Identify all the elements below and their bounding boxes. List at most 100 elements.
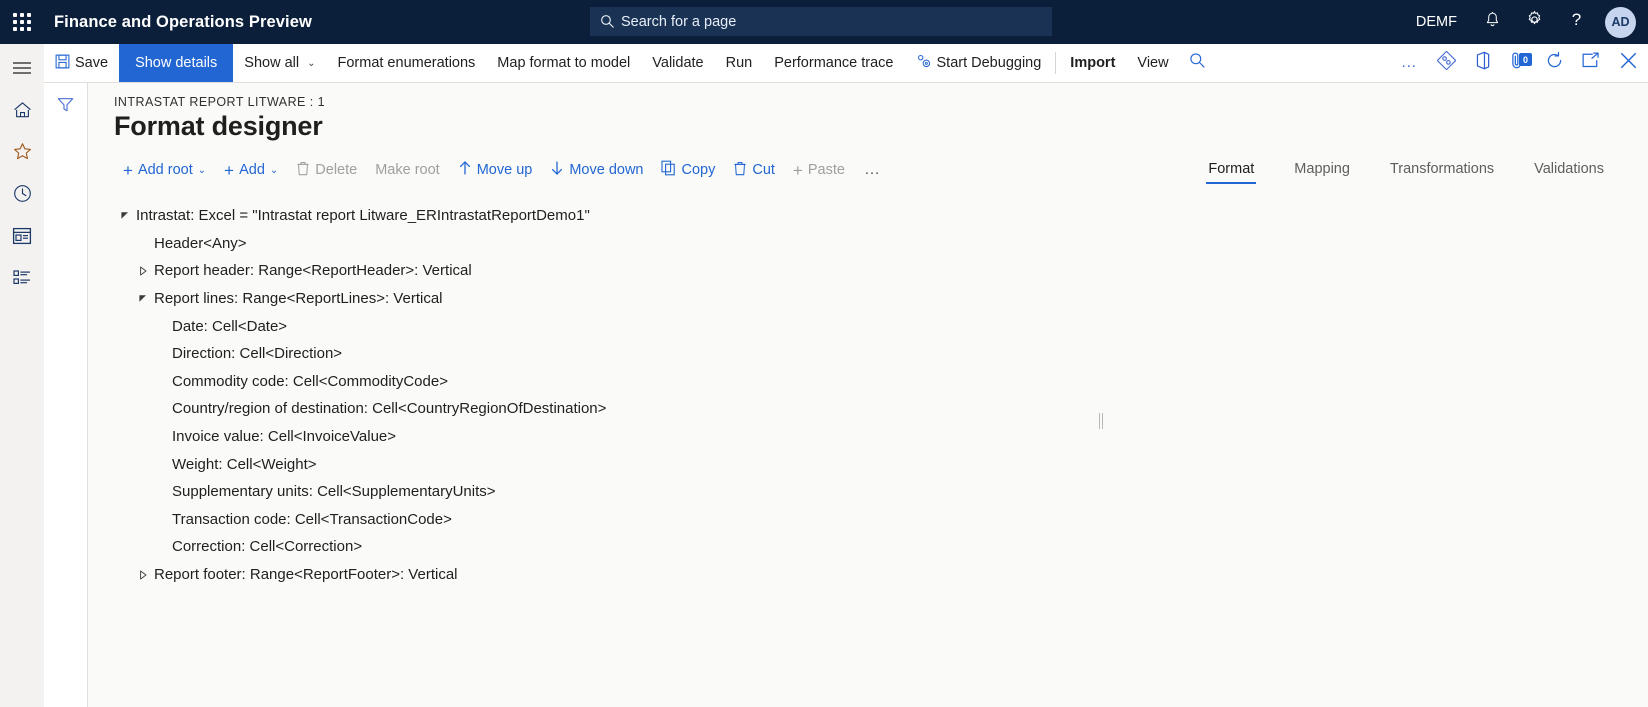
show-all-label: Show all xyxy=(244,55,300,71)
tree-node[interactable]: Header<Any> xyxy=(114,230,1648,258)
map-format-to-model-button[interactable]: Map format to model xyxy=(486,44,641,82)
command-bar-icons: … 0 xyxy=(1392,44,1648,82)
tree-node-label: Weight: Cell<Weight> xyxy=(172,455,317,473)
command-search-button[interactable] xyxy=(1180,44,1216,82)
move-down-label: Move down xyxy=(569,162,644,178)
tree-node[interactable]: Date: Cell<Date> xyxy=(114,312,1648,340)
tree-node-label: Invoice value: Cell<InvoiceValue> xyxy=(172,428,397,446)
tree-node-label: Report header: Range<ReportHeader>: Vert… xyxy=(154,262,472,280)
tree-node[interactable]: Report lines: Range<ReportLines>: Vertic… xyxy=(114,285,1648,313)
personalize-button[interactable] xyxy=(1428,44,1464,82)
move-up-button[interactable]: Move up xyxy=(449,156,542,184)
global-search-box[interactable]: Search for a page xyxy=(590,7,1052,36)
tree-node[interactable]: Supplementary units: Cell<SupplementaryU… xyxy=(114,478,1648,506)
settings-button[interactable] xyxy=(1513,0,1555,44)
company-selector[interactable]: DEMF xyxy=(1402,14,1471,30)
search-icon xyxy=(1189,52,1206,74)
sidebar-item-recent[interactable] xyxy=(0,176,44,216)
add-root-label: Add root xyxy=(137,162,193,178)
show-details-button[interactable]: Show details xyxy=(119,44,234,82)
avatar[interactable]: AD xyxy=(1605,6,1636,38)
move-down-button[interactable]: Move down xyxy=(541,156,652,184)
save-button[interactable]: Save xyxy=(44,44,119,82)
import-button[interactable]: Import xyxy=(1059,44,1126,82)
tree-node[interactable]: Transaction code: Cell<TransactionCode> xyxy=(114,506,1648,534)
make-root-button[interactable]: Make root xyxy=(366,158,448,182)
add-root-button[interactable]: + Add root ⌄ xyxy=(114,158,215,183)
filter-icon xyxy=(57,97,74,118)
cut-label: Cut xyxy=(752,162,775,178)
notifications-button[interactable] xyxy=(1471,0,1513,44)
arrow-up-icon xyxy=(458,160,472,180)
tab-transformations[interactable]: Transformations xyxy=(1370,157,1514,184)
tree-toolbar: + Add root ⌄ + Add ⌄ Delete Make root Mo… xyxy=(114,156,1648,184)
popout-button[interactable] xyxy=(1572,44,1608,82)
tree-node[interactable]: Report header: Range<ReportHeader>: Vert… xyxy=(114,257,1648,285)
tab-mapping[interactable]: Mapping xyxy=(1274,157,1370,184)
toolbar-overflow-button[interactable]: … xyxy=(854,157,893,183)
close-icon xyxy=(1619,51,1638,75)
show-all-menu[interactable]: Show all ⌄ xyxy=(233,44,326,82)
tree-node[interactable]: Direction: Cell<Direction> xyxy=(114,340,1648,368)
tree-collapsed-icon[interactable] xyxy=(132,570,154,580)
tab-format[interactable]: Format xyxy=(1188,157,1274,184)
tree-node[interactable]: Correction: Cell<Correction> xyxy=(114,533,1648,561)
validate-button[interactable]: Validate xyxy=(641,44,714,82)
app-launcher-icon xyxy=(13,13,31,31)
sidebar-item-modules[interactable] xyxy=(0,260,44,300)
run-button[interactable]: Run xyxy=(715,44,764,82)
trash-icon xyxy=(296,161,310,180)
refresh-button[interactable] xyxy=(1536,44,1572,82)
tree-node[interactable]: Weight: Cell<Weight> xyxy=(114,450,1648,478)
hamburger-icon xyxy=(12,61,32,80)
tab-validations[interactable]: Validations xyxy=(1514,157,1624,184)
trash-icon xyxy=(733,161,747,180)
save-icon xyxy=(55,54,70,73)
pane-splitter-handle[interactable] xyxy=(1097,413,1104,429)
top-navigation-bar: Finance and Operations Preview Search fo… xyxy=(0,0,1648,44)
tree-expanded-icon[interactable] xyxy=(114,211,136,221)
sidebar-item-workspaces[interactable] xyxy=(0,218,44,258)
sidebar-item-home[interactable] xyxy=(0,92,44,132)
chevron-down-icon: ⌄ xyxy=(197,164,207,176)
filter-button[interactable] xyxy=(51,94,81,120)
start-debugging-button[interactable]: Start Debugging xyxy=(905,44,1053,82)
paste-button[interactable]: + Paste xyxy=(784,158,854,183)
app-launcher-button[interactable] xyxy=(0,0,44,44)
tree-node-label: Correction: Cell<Correction> xyxy=(172,538,363,556)
sidebar-item-favorites[interactable] xyxy=(0,134,44,174)
view-menu[interactable]: View xyxy=(1126,44,1179,82)
command-bar: Save Show details Show all ⌄ Format enum… xyxy=(44,44,1648,83)
copy-icon xyxy=(661,160,676,180)
performance-trace-button[interactable]: Performance trace xyxy=(763,44,904,82)
tree-node[interactable]: Intrastat: Excel = "Intrastat report Lit… xyxy=(114,202,1648,230)
overflow-menu-button[interactable]: … xyxy=(1392,44,1428,82)
left-navigation-rail xyxy=(0,44,44,707)
attachments-count-badge: 0 xyxy=(1519,53,1532,66)
attachments-button[interactable]: 0 xyxy=(1500,44,1536,82)
tree-collapsed-icon[interactable] xyxy=(132,266,154,276)
format-enumerations-button[interactable]: Format enumerations xyxy=(326,44,486,82)
tree-node[interactable]: Invoice value: Cell<InvoiceValue> xyxy=(114,423,1648,451)
close-button[interactable] xyxy=(1608,44,1648,82)
copy-button[interactable]: Copy xyxy=(652,156,724,184)
navigation-menu-button[interactable] xyxy=(0,50,44,90)
cut-button[interactable]: Cut xyxy=(724,157,784,184)
tree-node[interactable]: Commodity code: Cell<CommodityCode> xyxy=(114,368,1648,396)
tree-node[interactable]: Report footer: Range<ReportFooter>: Vert… xyxy=(114,561,1648,589)
command-separator xyxy=(1055,52,1057,74)
gear-icon xyxy=(1525,10,1544,34)
chevron-down-icon: ⌄ xyxy=(307,57,316,69)
tree-expanded-icon[interactable] xyxy=(132,294,154,304)
office-apps-button[interactable] xyxy=(1464,44,1500,82)
search-icon xyxy=(600,14,615,29)
delete-button[interactable]: Delete xyxy=(287,157,366,184)
tree-node[interactable]: Country/region of destination: Cell<Coun… xyxy=(114,395,1648,423)
add-button[interactable]: + Add ⌄ xyxy=(215,158,287,183)
add-label: Add xyxy=(239,162,265,178)
tree-node-label: Intrastat: Excel = "Intrastat report Lit… xyxy=(136,207,590,225)
help-button[interactable]: ? xyxy=(1555,0,1597,44)
svg-text:?: ? xyxy=(1571,10,1580,29)
page-content: INTRASTAT REPORT LITWARE : 1 Format desi… xyxy=(44,83,1648,707)
filter-rail xyxy=(44,83,88,707)
